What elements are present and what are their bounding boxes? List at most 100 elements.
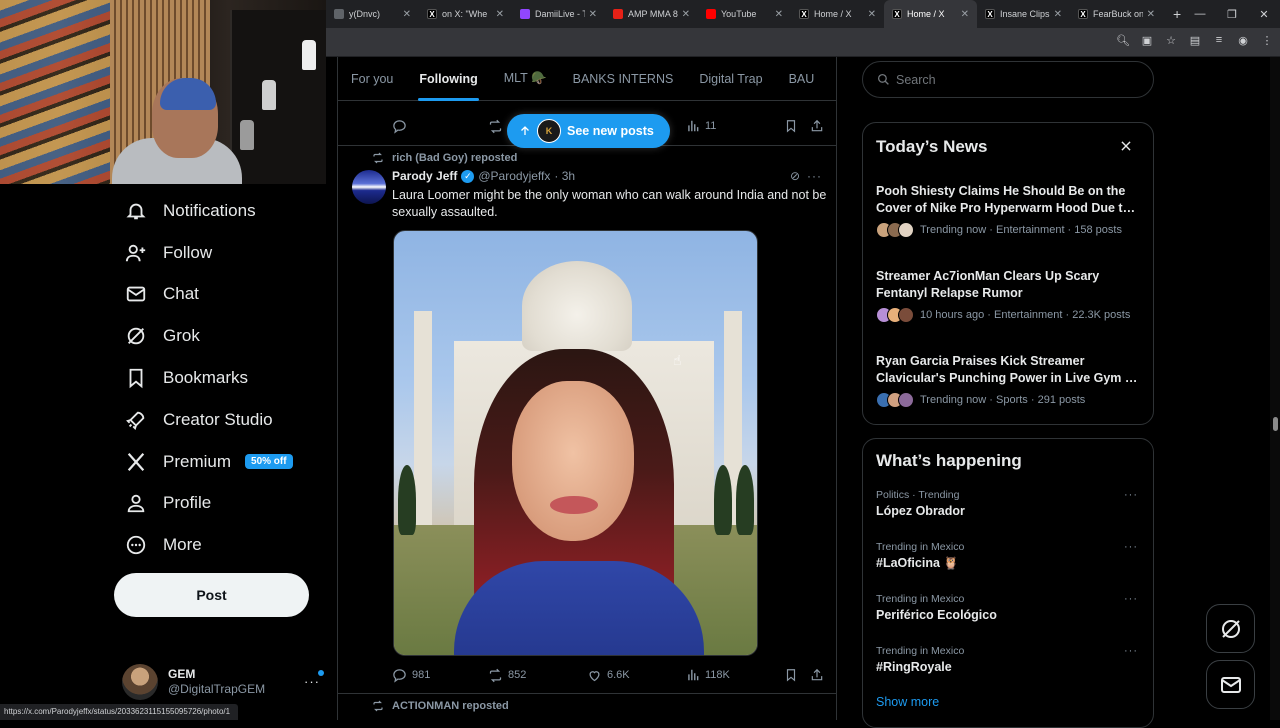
account-handle: @DigitalTrapGEM bbox=[168, 682, 265, 697]
repost-icon[interactable] bbox=[488, 119, 503, 134]
page-scrollbar[interactable] bbox=[1270, 57, 1280, 720]
tab-close-icon[interactable]: ✕ bbox=[403, 9, 411, 20]
nav-item-chat[interactable]: Chat bbox=[114, 274, 329, 316]
reply-button[interactable]: 981 bbox=[392, 668, 430, 683]
grok-explain-icon[interactable]: ⊘ bbox=[790, 169, 800, 183]
repost-context[interactable]: rich (Bad Goy) reposted bbox=[372, 152, 517, 164]
tab-close-icon[interactable]: ✕ bbox=[1147, 9, 1155, 20]
bookmark-icon[interactable] bbox=[784, 119, 798, 133]
tweet-more-icon[interactable]: ··· bbox=[807, 169, 822, 183]
tab-favicon-icon: X bbox=[427, 9, 437, 19]
feed-tab[interactable]: BAU bbox=[776, 57, 828, 101]
account-more-icon[interactable]: ··· bbox=[304, 674, 320, 689]
trend-item[interactable]: Trending in MexicoPeriférico Ecológico··… bbox=[876, 593, 1146, 622]
feed-tab[interactable]: For you bbox=[338, 57, 406, 101]
sidepanel-icon[interactable]: ▤ bbox=[1188, 34, 1202, 47]
feed-tab[interactable]: Following bbox=[406, 57, 490, 101]
tweet-photo[interactable] bbox=[393, 230, 758, 656]
tab-label: on X: "Whe bbox=[442, 9, 492, 19]
browser-tab[interactable]: Xon X: "Whe ✕ bbox=[419, 0, 512, 28]
tab-favicon-icon: X bbox=[892, 9, 902, 19]
person-icon bbox=[125, 492, 147, 514]
browser-tab[interactable]: XInsane Clips✕ bbox=[977, 0, 1070, 28]
tab-favicon-icon: X bbox=[985, 9, 995, 19]
profile-icon[interactable]: ◉ bbox=[1236, 34, 1250, 47]
trend-item[interactable]: Politics · TrendingLópez Obrador··· bbox=[876, 489, 1146, 518]
nav-item-creator-studio[interactable]: Creator Studio bbox=[114, 399, 329, 441]
tab-close-icon[interactable]: ✕ bbox=[868, 9, 876, 20]
repost-context[interactable]: ACTIONMAN reposted bbox=[372, 700, 509, 712]
share-icon[interactable] bbox=[810, 119, 824, 133]
trend-more-icon[interactable]: ··· bbox=[1124, 489, 1138, 501]
browser-menu-icon[interactable]: ⋮ bbox=[1260, 34, 1274, 47]
webcam-bottle bbox=[302, 40, 316, 70]
restore-icon[interactable]: ❐ bbox=[1216, 0, 1248, 28]
feed-tab[interactable]: BANKS INTERNS bbox=[560, 57, 687, 101]
tab-close-icon[interactable]: ✕ bbox=[496, 9, 504, 20]
feed-tab[interactable]: Digital Trap bbox=[686, 57, 775, 101]
nav-item-bookmarks[interactable]: Bookmarks bbox=[114, 357, 329, 399]
tab-close-icon[interactable]: ✕ bbox=[589, 9, 597, 20]
browser-tab[interactable]: AMP MMA 8✕ bbox=[605, 0, 698, 28]
avatar bbox=[122, 664, 158, 700]
todays-news-panel: Today’s News Pooh Shiesty Claims He Shou… bbox=[862, 122, 1154, 425]
nav-item-notifications[interactable]: Notifications bbox=[114, 190, 329, 232]
account-switcher[interactable]: GEM @DigitalTrapGEM ··· bbox=[122, 662, 332, 702]
browser-tab[interactable]: y(Dnvc)✕ bbox=[326, 0, 419, 28]
grok-button[interactable] bbox=[1206, 604, 1255, 653]
share-icon[interactable] bbox=[810, 668, 824, 682]
tab-close-icon[interactable]: ✕ bbox=[775, 9, 783, 20]
reply-icon[interactable] bbox=[392, 119, 407, 134]
close-window-icon[interactable]: ✕ bbox=[1248, 0, 1280, 28]
post-button[interactable]: Post bbox=[114, 573, 309, 617]
show-more-link[interactable]: Show more bbox=[876, 695, 939, 709]
tweet-author-avatar[interactable] bbox=[352, 170, 386, 204]
views-stat[interactable]: 118K bbox=[686, 668, 730, 682]
browser-tab[interactable]: YouTube✕ bbox=[698, 0, 791, 28]
trend-more-icon[interactable]: ··· bbox=[1124, 593, 1138, 605]
repost-button[interactable]: 852 bbox=[488, 668, 526, 683]
nav-item-more[interactable]: More bbox=[114, 524, 329, 566]
scroll-thumb[interactable] bbox=[1273, 417, 1278, 431]
photo-tree bbox=[714, 465, 732, 535]
minimize-icon[interactable]: — bbox=[1184, 0, 1216, 28]
see-new-posts-button[interactable]: K See new posts bbox=[507, 114, 670, 148]
media-icon[interactable]: ≡ bbox=[1212, 34, 1226, 47]
news-avatars bbox=[876, 222, 909, 238]
tab-close-icon[interactable]: ✕ bbox=[961, 9, 969, 20]
news-item[interactable]: Ryan Garcia Praises Kick Streamer Clavic… bbox=[876, 353, 1138, 408]
tweet-author-handle[interactable]: @Parodyjeffx bbox=[478, 169, 550, 183]
tab-close-icon[interactable]: ✕ bbox=[1054, 9, 1062, 20]
browser-tab[interactable]: XHome / X✕ bbox=[884, 0, 977, 28]
zoom-icon[interactable]: 🔍︎ bbox=[1116, 34, 1130, 47]
nav-item-follow[interactable]: Follow bbox=[114, 232, 329, 274]
browser-tab[interactable]: XFearBuck on✕ bbox=[1070, 0, 1163, 28]
like-button[interactable]: 6.6K bbox=[587, 668, 630, 683]
trend-more-icon[interactable]: ··· bbox=[1124, 541, 1138, 553]
nav-item-premium[interactable]: Premium50% off bbox=[114, 441, 329, 483]
browser-tab[interactable]: DamiiLive - T✕ bbox=[512, 0, 605, 28]
news-avatars bbox=[876, 307, 909, 323]
cast-icon[interactable]: ▣ bbox=[1140, 34, 1154, 47]
tab-close-icon[interactable]: ✕ bbox=[682, 9, 690, 20]
tweet-time[interactable]: · 3h bbox=[554, 169, 575, 183]
feed-tab[interactable]: MLT 🪖 bbox=[491, 57, 560, 101]
trend-more-icon[interactable]: ··· bbox=[1124, 645, 1138, 657]
tweet-author-name[interactable]: Parody Jeff bbox=[392, 169, 457, 183]
views-stat[interactable]: 11 bbox=[686, 119, 716, 133]
trend-item[interactable]: Trending in Mexico#RingRoyale··· bbox=[876, 645, 1146, 674]
nav-item-label: Grok bbox=[163, 326, 200, 346]
news-item[interactable]: Pooh Shiesty Claims He Should Be on the … bbox=[876, 183, 1138, 238]
nav-item-grok[interactable]: Grok bbox=[114, 315, 329, 357]
photo-person-face bbox=[512, 381, 634, 541]
search-input[interactable]: Search bbox=[862, 61, 1154, 98]
messages-button[interactable] bbox=[1206, 660, 1255, 709]
nav-item-profile[interactable]: Profile bbox=[114, 483, 329, 525]
trend-item[interactable]: Trending in Mexico#LaOficina 🦉··· bbox=[876, 541, 1146, 571]
star-icon[interactable]: ☆ bbox=[1164, 34, 1178, 47]
close-icon[interactable] bbox=[1119, 139, 1133, 153]
views-count: 118K bbox=[705, 669, 730, 681]
news-item[interactable]: Streamer Ac7ionMan Clears Up Scary Fenta… bbox=[876, 268, 1138, 323]
bookmark-icon[interactable] bbox=[784, 668, 798, 682]
browser-tab[interactable]: XHome / X✕ bbox=[791, 0, 884, 28]
